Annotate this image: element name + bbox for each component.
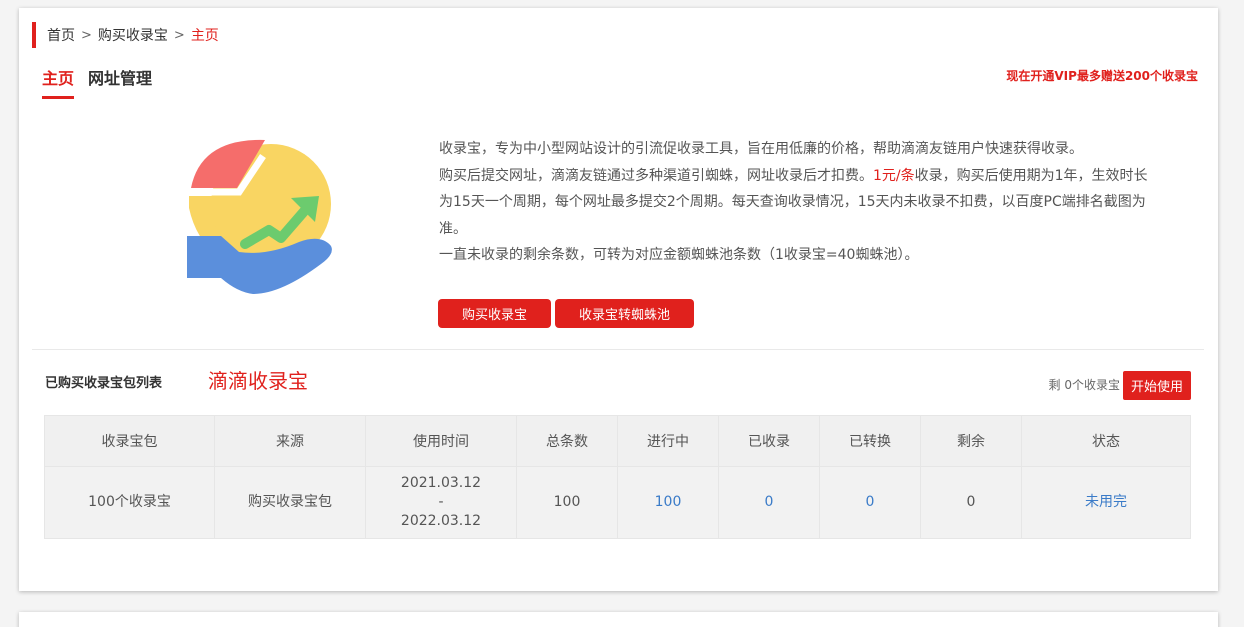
cell-indexed-link[interactable]: 0 (718, 466, 820, 539)
main-card: 首页 > 购买收录宝 > 主页 主页 网址管理 现在开通VIP最多赠送200个收… (19, 8, 1218, 591)
table-header-row: 收录宝包 来源 使用时间 总条数 进行中 已收录 已转换 剩余 状态 (44, 415, 1191, 467)
product-description: 收录宝，专为中小型网站设计的引流促收录工具，旨在用低廉的价格，帮助滴滴友链用户快… (439, 136, 1159, 269)
description-line-2: 购买后提交网址，滴滴友链通过多种渠道引蜘蛛，网址收录后才扣费。1元/条收录，购买… (439, 167, 1148, 237)
tab-url-management[interactable]: 网址管理 (88, 65, 152, 99)
cell-status-link[interactable]: 未用完 (1021, 466, 1191, 539)
col-in-progress: 进行中 (617, 415, 719, 467)
cell-time: 2021.03.12 - 2022.03.12 (365, 466, 517, 539)
chevron-right-icon: > (173, 27, 185, 43)
chevron-right-icon: > (81, 27, 92, 43)
col-remaining: 剩余 (920, 415, 1022, 467)
col-time: 使用时间 (365, 415, 517, 467)
convert-to-spiderpool-button[interactable]: 收录宝转蜘蛛池 (555, 299, 694, 328)
col-indexed: 已收录 (718, 415, 820, 467)
col-package: 收录宝包 (44, 415, 215, 467)
tab-home[interactable]: 主页 (42, 65, 75, 99)
purchased-list-title: 已购买收录宝包列表 (45, 376, 163, 391)
breadcrumb-buy[interactable]: 购买收录宝 (98, 25, 168, 45)
col-converted: 已转换 (819, 415, 921, 467)
start-use-button[interactable]: 开始使用 (1123, 371, 1191, 400)
remaining-count: 剩 0个收录宝 (1048, 378, 1120, 392)
cell-in-progress-link[interactable]: 100 (617, 466, 719, 539)
vip-promo-link[interactable]: 现在开通VIP最多赠送200个收录宝 (1006, 67, 1198, 84)
section-divider (32, 349, 1204, 350)
secondary-card (19, 612, 1218, 627)
breadcrumb-current: 主页 (190, 28, 219, 44)
breadcrumb-home[interactable]: 首页 (47, 25, 75, 45)
brand-title: 滴滴收录宝 (208, 369, 308, 393)
cell-source: 购买收录宝包 (214, 466, 366, 539)
price-highlight: 1元/条 (873, 167, 915, 184)
description-line-3: 一直未收录的剩余条数，可转为对应金额蜘蛛池条数（1收录宝=40蜘蛛池）。 (439, 247, 919, 263)
col-source: 来源 (214, 415, 366, 467)
breadcrumb: 首页 > 购买收录宝 > 主页 (32, 22, 219, 48)
cell-converted-link[interactable]: 0 (819, 466, 921, 539)
buy-shoulubao-button[interactable]: 购买收录宝 (438, 299, 551, 328)
tab-bar: 主页 网址管理 (42, 65, 166, 99)
cell-package: 100个收录宝 (44, 466, 215, 539)
table-row: 100个收录宝 购买收录宝包 2021.03.12 - 2022.03.12 1… (44, 466, 1191, 539)
description-line-1: 收录宝，专为中小型网站设计的引流促收录工具，旨在用低廉的价格，帮助滴滴友链用户快… (439, 141, 1083, 157)
col-total: 总条数 (516, 415, 618, 467)
package-table: 收录宝包 来源 使用时间 总条数 进行中 已收录 已转换 剩余 状态 100个收… (44, 415, 1191, 539)
cell-total: 100 (516, 466, 618, 539)
col-status: 状态 (1021, 415, 1191, 467)
cell-remaining: 0 (920, 466, 1022, 539)
shoulubao-logo-icon (187, 139, 332, 294)
